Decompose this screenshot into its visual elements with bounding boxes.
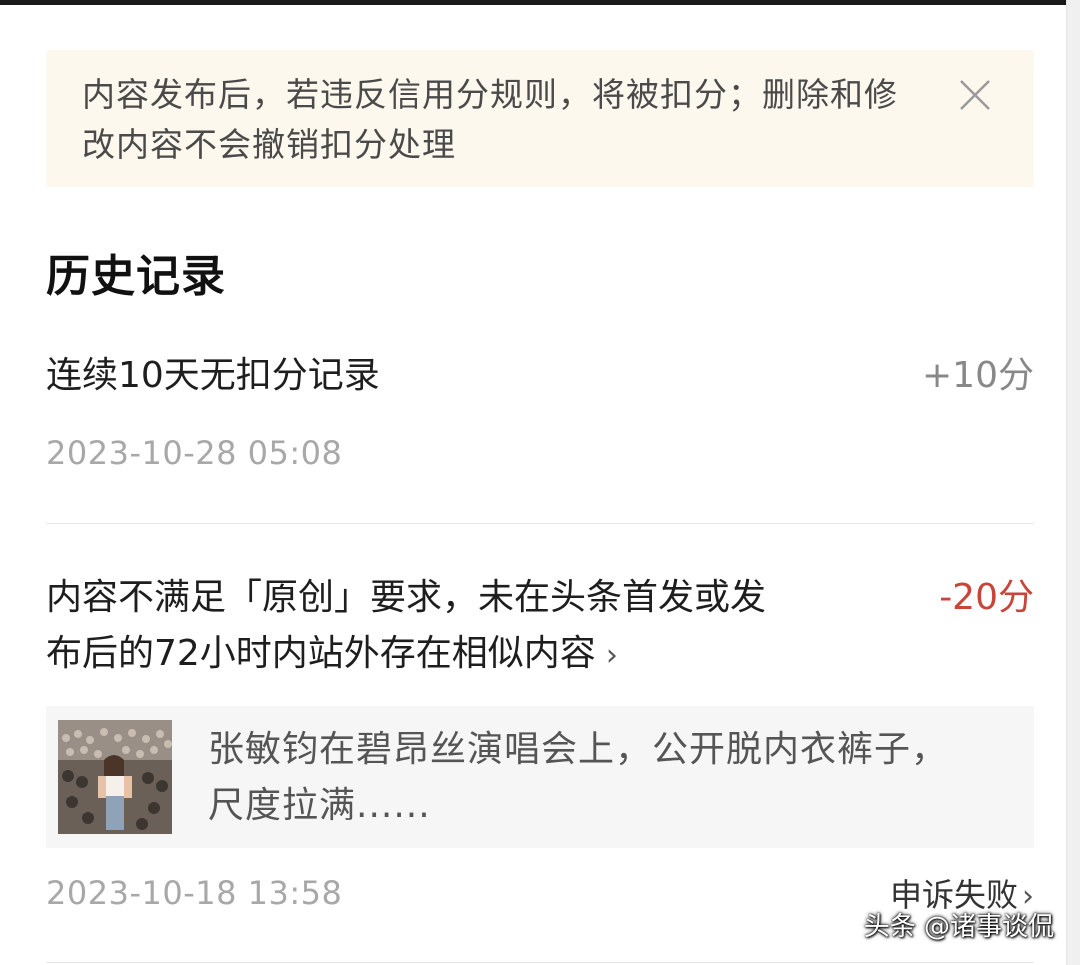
scrollbar-track [1066, 0, 1080, 965]
article-card[interactable]: 张敏钧在碧昂丝演唱会上，公开脱内衣裤子，尺度拉满...... [46, 706, 1034, 848]
article-title: 张敏钧在碧昂丝演唱会上，公开脱内衣裤子，尺度拉满...... [208, 729, 949, 826]
record-time: 2023-10-28 05:08 [46, 434, 343, 472]
record-title-line2: 布后的72小时内站外存在相似内容 [46, 633, 596, 674]
divider [46, 962, 1034, 963]
watermark: 头条 @诸事谈侃 [863, 912, 1054, 942]
status-bar-edge [0, 0, 1080, 5]
record-title: 连续10天无扣分记录 [46, 355, 380, 396]
divider [46, 523, 1034, 524]
notice-text: 内容发布后，若违反信用分规则，将被扣分；删除和修改内容不会撤销扣分处理 [82, 75, 898, 164]
page-title: 历史记录 [46, 251, 226, 302]
article-thumbnail [58, 720, 172, 834]
record-title-line1: 内容不满足「原创」要求，未在头条首发或发 [46, 577, 767, 618]
record-title-line2-wrap: 布后的72小时内站外存在相似内容 › [46, 626, 766, 684]
close-icon[interactable] [956, 76, 994, 114]
record-title[interactable]: 内容不满足「原创」要求，未在头条首发或发 布后的72小时内站外存在相似内容 › [46, 570, 766, 684]
chevron-right-icon: › [605, 638, 618, 673]
record-points: +10分 [922, 355, 1034, 396]
record-time: 2023-10-18 13:58 [46, 874, 343, 912]
record-points: -20分 [939, 577, 1034, 618]
notice-banner: 内容发布后，若违反信用分规则，将被扣分；删除和修改内容不会撤销扣分处理 [46, 50, 1034, 187]
